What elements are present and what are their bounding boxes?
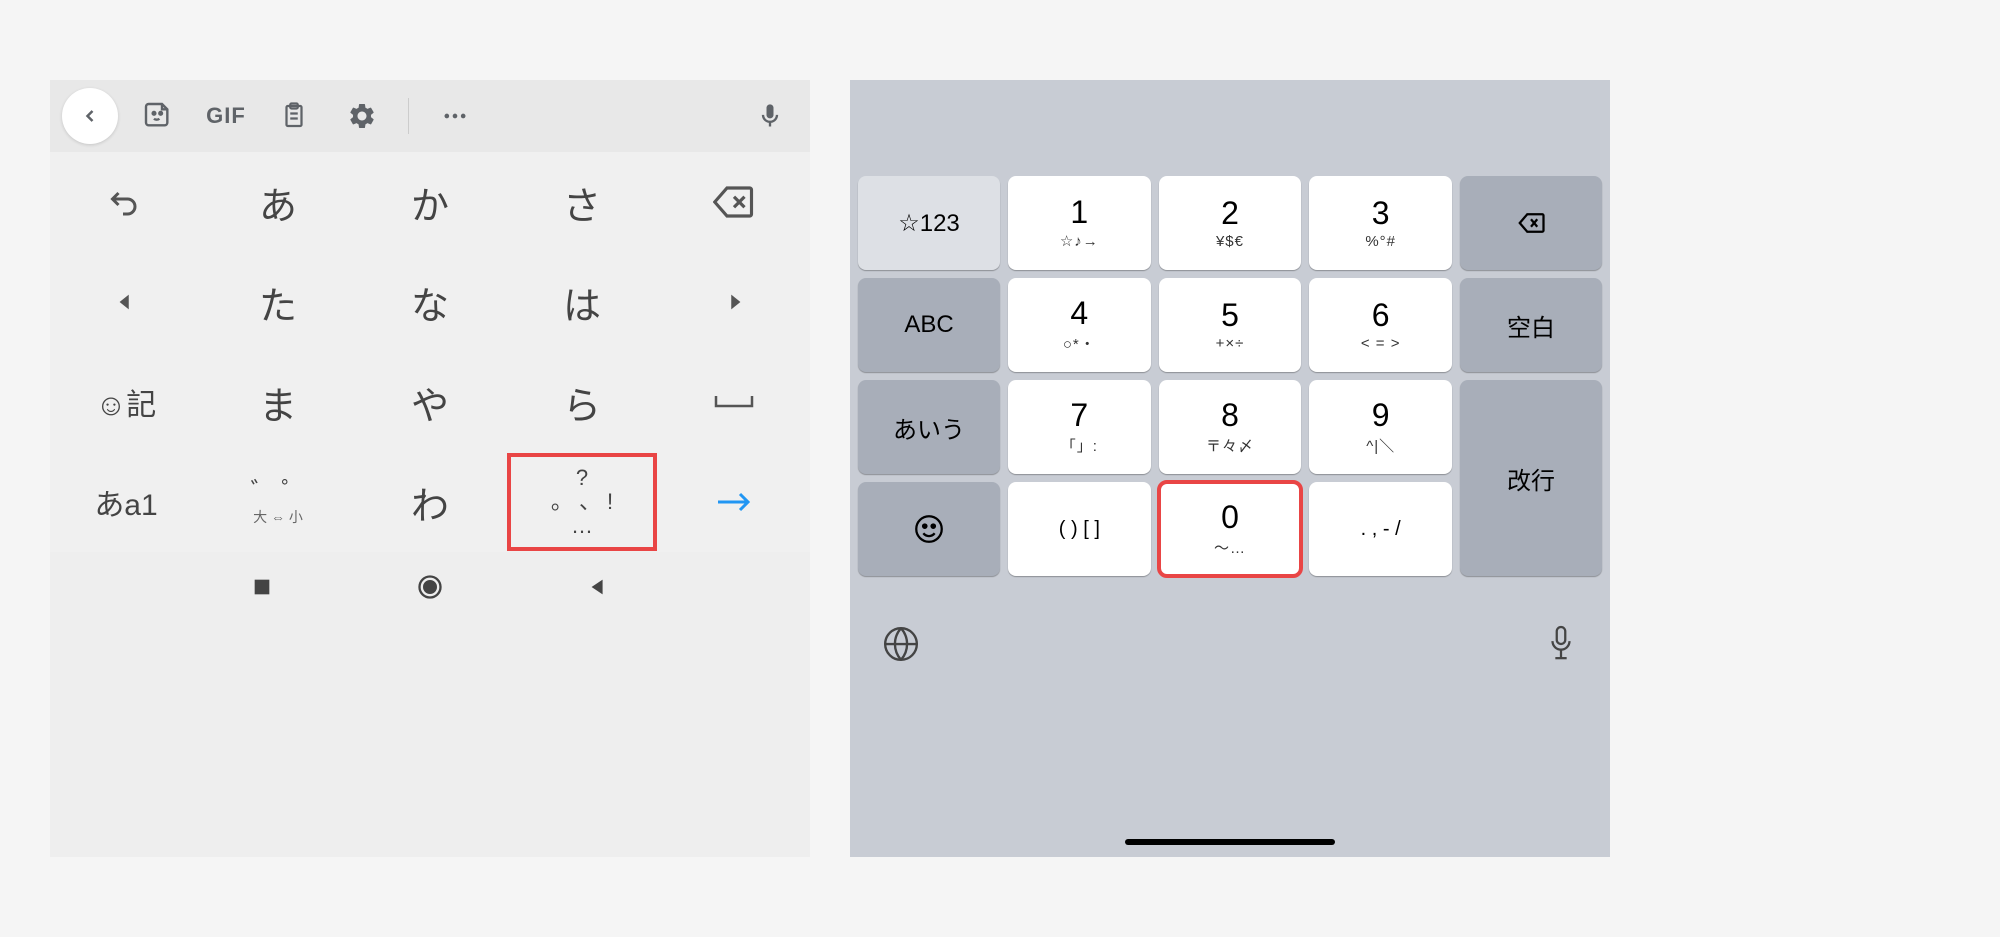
- ios-emoji-key[interactable]: [858, 482, 1000, 576]
- key-5[interactable]: 5+×÷: [1159, 278, 1302, 372]
- android-nav-bar: [50, 552, 810, 622]
- ios-space-key[interactable]: 空白: [1460, 278, 1602, 372]
- gif-button[interactable]: GIF: [198, 88, 254, 144]
- home-button[interactable]: [416, 573, 444, 601]
- ios-bottom-bar: [850, 584, 1610, 704]
- emoji-symbol-key[interactable]: ☺記: [51, 353, 201, 451]
- input-mode-key[interactable]: あa1: [51, 453, 201, 551]
- more-icon[interactable]: [427, 88, 483, 144]
- ios-enter-key[interactable]: 改行: [1460, 380, 1602, 576]
- gboard-toolbar: GIF: [50, 80, 810, 152]
- android-keyboard: GIF あ か さ た な は: [50, 80, 810, 857]
- left-arrow-key[interactable]: [51, 253, 201, 351]
- key-0[interactable]: 0〜…: [1159, 482, 1302, 576]
- undo-key[interactable]: [51, 153, 201, 251]
- ios-key-grid: ☆123 1☆♪→ 2¥$€ 3%°# ABC 4○*・ 5+×÷ 6< = >…: [850, 168, 1610, 584]
- right-arrow-key[interactable]: [659, 253, 809, 351]
- key-na[interactable]: な: [355, 253, 505, 351]
- key-ha[interactable]: は: [507, 253, 657, 351]
- key-7[interactable]: 7「」:: [1008, 380, 1151, 474]
- divider: [408, 98, 409, 134]
- key-ma[interactable]: ま: [203, 353, 353, 451]
- key-3[interactable]: 3%°#: [1309, 176, 1452, 270]
- punctuation-key[interactable]: ? 。 、 ! …: [507, 453, 657, 551]
- key-2[interactable]: 2¥$€: [1159, 176, 1302, 270]
- key-ya[interactable]: や: [355, 353, 505, 451]
- mic-icon[interactable]: [742, 88, 798, 144]
- space-key[interactable]: [659, 353, 809, 451]
- key-4[interactable]: 4○*・: [1008, 278, 1151, 372]
- key-sa[interactable]: さ: [507, 153, 657, 251]
- paren-key[interactable]: ( ) [ ]: [1008, 482, 1151, 576]
- gboard-key-grid: あ か さ た な は ☺記 ま や ら あa1 ゛ ゜ 大 ⇔ 小: [50, 152, 810, 552]
- backspace-key[interactable]: [659, 153, 809, 251]
- home-indicator[interactable]: [1125, 839, 1335, 845]
- symbols-123-key[interactable]: ☆123: [858, 176, 1000, 270]
- clipboard-icon[interactable]: [266, 88, 322, 144]
- settings-icon[interactable]: [334, 88, 390, 144]
- key-ta[interactable]: た: [203, 253, 353, 351]
- key-a[interactable]: あ: [203, 153, 353, 251]
- key-1[interactable]: 1☆♪→: [1008, 176, 1151, 270]
- key-wa[interactable]: わ: [355, 453, 505, 551]
- back-button[interactable]: [62, 88, 118, 144]
- recent-apps-button[interactable]: [251, 576, 273, 598]
- key-ka[interactable]: か: [355, 153, 505, 251]
- key-ra[interactable]: ら: [507, 353, 657, 451]
- key-6[interactable]: 6< = >: [1309, 278, 1452, 372]
- abc-key[interactable]: ABC: [858, 278, 1000, 372]
- ios-mic-icon[interactable]: [1544, 624, 1578, 664]
- dakuten-key[interactable]: ゛ ゜ 大 ⇔ 小: [203, 453, 353, 551]
- enter-key[interactable]: [659, 453, 809, 551]
- globe-icon[interactable]: [882, 625, 920, 663]
- sticker-icon[interactable]: [130, 88, 186, 144]
- ios-keyboard: ☆123 1☆♪→ 2¥$€ 3%°# ABC 4○*・ 5+×÷ 6< = >…: [850, 80, 1610, 857]
- back-nav-button[interactable]: [587, 576, 609, 598]
- kana-key[interactable]: あいう: [858, 380, 1000, 474]
- punct-key[interactable]: . , - /: [1309, 482, 1452, 576]
- key-8[interactable]: 8〒々〆: [1159, 380, 1302, 474]
- ios-backspace-key[interactable]: [1460, 176, 1602, 270]
- key-9[interactable]: 9^|＼: [1309, 380, 1452, 474]
